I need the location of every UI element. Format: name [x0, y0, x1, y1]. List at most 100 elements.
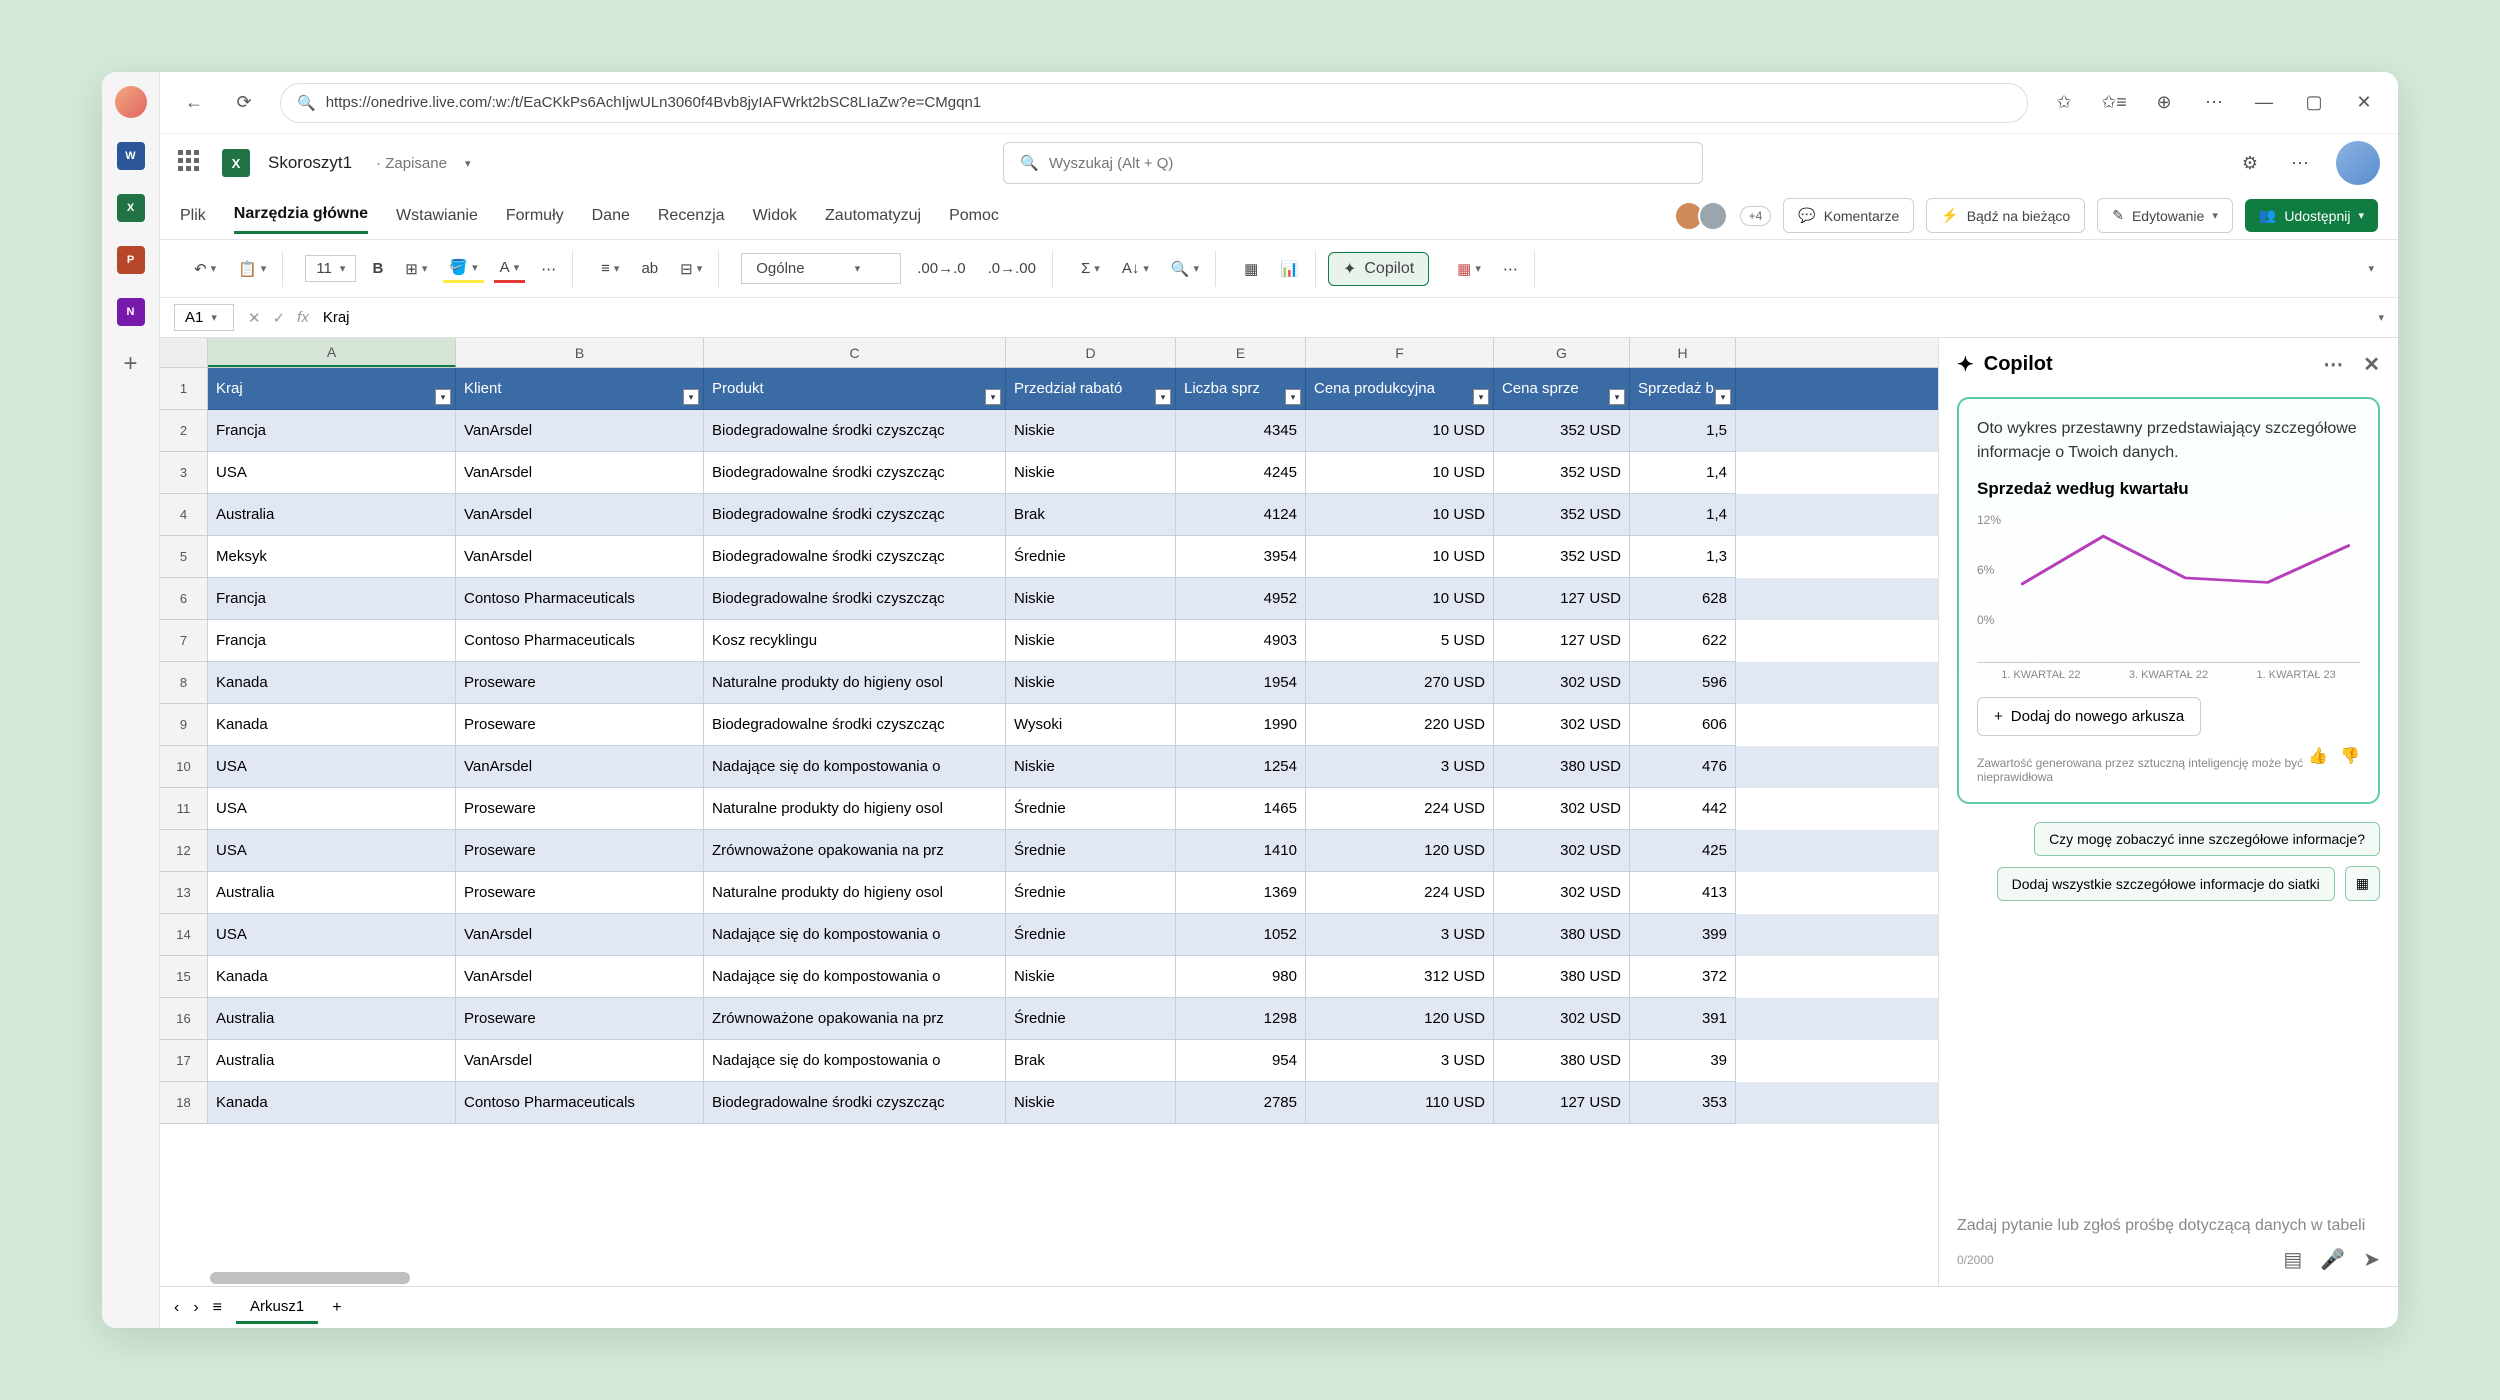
thumbs-up-icon[interactable]: 👍 — [2308, 746, 2328, 766]
cell[interactable]: 1,3 — [1630, 536, 1736, 578]
copilot-more-icon[interactable]: ⋯ — [2323, 352, 2343, 377]
row-header[interactable]: 17 — [160, 1040, 208, 1082]
table-header[interactable]: Cena produkcyjna▾ — [1306, 368, 1494, 410]
cell[interactable]: Australia — [208, 998, 456, 1040]
row-header[interactable]: 13 — [160, 872, 208, 914]
number-format-select[interactable]: Ogólne▾ — [741, 253, 901, 284]
cell[interactable]: 442 — [1630, 788, 1736, 830]
powerpoint-app-icon[interactable]: P — [117, 246, 145, 274]
filter-icon[interactable]: ▾ — [1609, 389, 1625, 405]
cell[interactable]: 372 — [1630, 956, 1736, 998]
cell[interactable]: VanArsdel — [456, 536, 704, 578]
cell[interactable]: Średnie — [1006, 830, 1176, 872]
maximize-icon[interactable]: ▢ — [2300, 89, 2328, 117]
cell[interactable]: 10 USD — [1306, 410, 1494, 452]
editing-button[interactable]: ✎ Edytowanie ▾ — [2097, 198, 2233, 233]
cell[interactable]: 10 USD — [1306, 494, 1494, 536]
cell[interactable]: 622 — [1630, 620, 1736, 662]
tab-data[interactable]: Dane — [592, 199, 630, 233]
row-header[interactable]: 8 — [160, 662, 208, 704]
more-button[interactable]: ⋯ — [1497, 256, 1524, 282]
cell[interactable]: Proseware — [456, 998, 704, 1040]
cell[interactable]: 476 — [1630, 746, 1736, 788]
cell[interactable]: 4903 — [1176, 620, 1306, 662]
cell[interactable]: 127 USD — [1494, 1082, 1630, 1124]
cell[interactable]: 302 USD — [1494, 830, 1630, 872]
cell[interactable]: 302 USD — [1494, 998, 1630, 1040]
cell[interactable]: 120 USD — [1306, 830, 1494, 872]
cell[interactable]: Nadające się do kompostowania o — [704, 746, 1006, 788]
sheet-next-icon[interactable]: › — [193, 1299, 198, 1317]
sheet-list-icon[interactable]: ≡ — [213, 1299, 222, 1317]
tab-review[interactable]: Recenzja — [658, 199, 725, 233]
grid-icon-button[interactable]: ▦ — [2345, 866, 2380, 901]
horizontal-scrollbar[interactable] — [210, 1272, 410, 1284]
row-header[interactable]: 7 — [160, 620, 208, 662]
cell[interactable]: Proseware — [456, 872, 704, 914]
collections-icon[interactable]: ⊕ — [2150, 89, 2178, 117]
cell[interactable]: Australia — [208, 1040, 456, 1082]
table-row[interactable]: 2FrancjaVanArsdelBiodegradowalne środki … — [160, 410, 1938, 452]
cell[interactable]: 220 USD — [1306, 704, 1494, 746]
cell[interactable]: Wysoki — [1006, 704, 1176, 746]
table-header[interactable]: Sprzedaż b▾ — [1630, 368, 1736, 410]
table-header[interactable]: Kraj▾ — [208, 368, 456, 410]
cell[interactable]: Naturalne produkty do higieny osol — [704, 662, 1006, 704]
cell[interactable]: 380 USD — [1494, 914, 1630, 956]
favorites-icon[interactable]: ✩≡ — [2100, 89, 2128, 117]
tab-formulas[interactable]: Formuły — [506, 199, 564, 233]
table-row[interactable]: 7FrancjaContoso PharmaceuticalsKosz recy… — [160, 620, 1938, 662]
align-button[interactable]: ≡▾ — [595, 256, 625, 281]
settings-icon[interactable]: ⚙ — [2236, 149, 2264, 177]
tab-insert[interactable]: Wstawianie — [396, 199, 478, 233]
row-header[interactable]: 14 — [160, 914, 208, 956]
cell[interactable]: Kanada — [208, 704, 456, 746]
cell[interactable]: 224 USD — [1306, 788, 1494, 830]
cell[interactable]: 425 — [1630, 830, 1736, 872]
table-row[interactable]: 3USAVanArsdelBiodegradowalne środki czys… — [160, 452, 1938, 494]
back-button[interactable]: ← — [180, 89, 208, 117]
cell[interactable]: 4345 — [1176, 410, 1306, 452]
cell[interactable]: Proseware — [456, 704, 704, 746]
cell[interactable]: Średnie — [1006, 914, 1176, 956]
suggestion-chip[interactable]: Dodaj wszystkie szczegółowe informacje d… — [1997, 867, 2335, 901]
row-header[interactable]: 12 — [160, 830, 208, 872]
thumbs-down-icon[interactable]: 👎 — [2340, 746, 2360, 766]
add-sheet-button[interactable]: + — [332, 1299, 341, 1317]
cell[interactable]: 127 USD — [1494, 578, 1630, 620]
tab-home[interactable]: Narzędzia główne — [234, 197, 368, 234]
table-row[interactable]: 17AustraliaVanArsdelNadające się do komp… — [160, 1040, 1938, 1082]
filter-icon[interactable]: ▾ — [1473, 389, 1489, 405]
borders-button[interactable]: ⊞▾ — [399, 256, 433, 282]
row-header[interactable]: 15 — [160, 956, 208, 998]
cell[interactable]: Średnie — [1006, 788, 1176, 830]
favorite-icon[interactable]: ✩ — [2050, 89, 2078, 117]
cell[interactable]: Francja — [208, 410, 456, 452]
expand-formula-icon[interactable]: ▾ — [2378, 311, 2384, 324]
cell[interactable]: Nadające się do kompostowania o — [704, 956, 1006, 998]
send-icon[interactable]: ➤ — [2363, 1247, 2380, 1272]
user-avatar[interactable] — [2336, 141, 2380, 185]
cell[interactable]: 5 USD — [1306, 620, 1494, 662]
cell[interactable]: Średnie — [1006, 998, 1176, 1040]
cell[interactable]: 352 USD — [1494, 536, 1630, 578]
cell[interactable]: 391 — [1630, 998, 1736, 1040]
cell[interactable]: Średnie — [1006, 536, 1176, 578]
cell[interactable]: 380 USD — [1494, 746, 1630, 788]
table-row[interactable]: 6FrancjaContoso PharmaceuticalsBiodegrad… — [160, 578, 1938, 620]
cell[interactable]: USA — [208, 914, 456, 956]
col-header[interactable]: B — [456, 338, 704, 367]
col-header[interactable]: G — [1494, 338, 1630, 367]
cell[interactable]: Contoso Pharmaceuticals — [456, 578, 704, 620]
cell[interactable]: Niskie — [1006, 578, 1176, 620]
cell[interactable]: Kosz recyklingu — [704, 620, 1006, 662]
accept-formula-icon[interactable]: ✓ — [273, 309, 286, 327]
cell[interactable]: 380 USD — [1494, 956, 1630, 998]
undo-button[interactable]: ↶▾ — [188, 256, 222, 282]
cell[interactable]: 628 — [1630, 578, 1736, 620]
row-header[interactable]: 5 — [160, 536, 208, 578]
table-row[interactable]: 8KanadaProsewareNaturalne produkty do hi… — [160, 662, 1938, 704]
collaborators[interactable] — [1680, 201, 1728, 231]
table-row[interactable]: 11USAProsewareNaturalne produkty do higi… — [160, 788, 1938, 830]
table-row[interactable]: 13AustraliaProsewareNaturalne produkty d… — [160, 872, 1938, 914]
